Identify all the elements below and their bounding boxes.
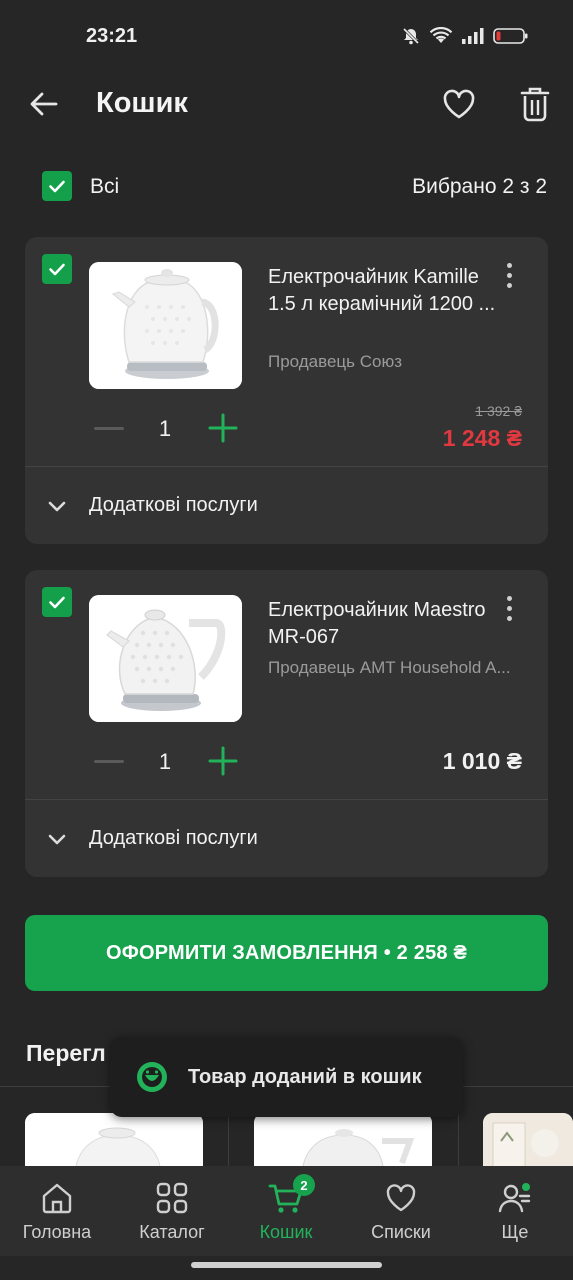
select-all-label: Всі: [90, 175, 120, 198]
quantity-value: 1: [158, 749, 172, 774]
kettle-image: [89, 595, 242, 722]
plus-icon: [208, 413, 238, 443]
back-button[interactable]: [26, 86, 62, 122]
plus-icon: [208, 746, 238, 776]
minus-icon: [94, 759, 124, 763]
additional-services-toggle[interactable]: Додаткові послуги: [25, 801, 548, 877]
page-title: Кошик: [96, 87, 188, 119]
viewed-product-card[interactable]: [25, 1113, 203, 1173]
dot: [506, 262, 512, 268]
toast-message: Товар доданий в кошик: [188, 1066, 422, 1088]
checkmark-icon: [49, 180, 65, 193]
nav-home[interactable]: Головна: [0, 1166, 114, 1256]
dot: [506, 595, 512, 601]
nav-cart-label: Кошик: [259, 1222, 313, 1242]
app-header: Кошик: [0, 72, 573, 138]
dot: [506, 272, 512, 278]
divider: [25, 466, 548, 467]
smile-icon: [137, 1062, 167, 1092]
kettle-image: [89, 262, 242, 389]
item-checkbox[interactable]: [42, 254, 72, 284]
nav-more[interactable]: Ще: [458, 1166, 572, 1256]
product-name[interactable]: Електрочайник Kamille 1.5 л керамічний 1…: [268, 264, 498, 318]
selected-count: Вибрано 2 з 2: [412, 175, 547, 198]
product-name[interactable]: Електрочайник Maestro MR-067: [268, 597, 498, 651]
increase-quantity-button[interactable]: [207, 745, 239, 777]
additional-services-label: Додаткові послуги: [89, 494, 258, 516]
item-checkbox[interactable]: [42, 587, 72, 617]
additional-services-toggle[interactable]: Додаткові послуги: [25, 468, 548, 544]
decrease-quantity-button[interactable]: [93, 412, 125, 444]
divider: [25, 799, 548, 800]
status-icons: [401, 26, 529, 46]
product-image: [483, 1113, 573, 1173]
bottom-navigation: Головна Каталог 2 Кошик Списки Ще: [0, 1166, 573, 1256]
quantity-value: 1: [158, 416, 172, 441]
increase-quantity-button[interactable]: [207, 412, 239, 444]
viewed-product-card[interactable]: [483, 1113, 573, 1173]
additional-services-label: Додаткові послуги: [89, 827, 258, 849]
cart-item: Електрочайник Kamille 1.5 л керамічний 1…: [25, 237, 548, 544]
nav-more-label: Ще: [501, 1222, 529, 1242]
old-price: 1 392 ₴: [475, 403, 522, 419]
favorites-button[interactable]: [440, 85, 478, 123]
decrease-quantity-button[interactable]: [93, 745, 125, 777]
dot: [506, 282, 512, 288]
more-options-button[interactable]: [497, 257, 521, 293]
arrow-left-icon: [30, 92, 58, 116]
chevron-down-icon: [48, 501, 66, 512]
nav-cart[interactable]: 2 Кошик: [229, 1166, 343, 1256]
home-indicator[interactable]: [191, 1262, 382, 1268]
more-options-button[interactable]: [497, 590, 521, 626]
nav-lists[interactable]: Списки: [344, 1166, 458, 1256]
heart-icon: [386, 1184, 416, 1212]
price: 1 248 ₴: [442, 425, 522, 451]
home-icon: [42, 1183, 72, 1214]
checkmark-icon: [49, 596, 65, 609]
battery-icon: [493, 28, 528, 44]
profile-icon: [498, 1183, 531, 1213]
status-time: 23:21: [86, 25, 138, 47]
kettle-image: [25, 1113, 203, 1173]
minus-icon: [94, 426, 124, 430]
cart-badge: 2: [293, 1174, 315, 1196]
price: 1 010 ₴: [442, 748, 522, 774]
wifi-icon: [429, 27, 453, 43]
nav-home-label: Головна: [22, 1222, 92, 1242]
nav-lists-label: Списки: [371, 1222, 431, 1242]
checkmark-icon: [49, 263, 65, 276]
viewed-product-card[interactable]: [254, 1113, 432, 1173]
select-all-checkbox[interactable]: [42, 171, 72, 201]
product-image[interactable]: [89, 595, 242, 722]
toast-notification: Товар доданий в кошик: [110, 1037, 463, 1117]
dot: [506, 605, 512, 611]
checkout-button[interactable]: ОФОРМИТИ ЗАМОВЛЕННЯ • 2 258 ₴: [25, 915, 548, 991]
cart-item: Електрочайник Maestro MR-067 Продавець A…: [25, 570, 548, 877]
gesture-bar: [0, 1256, 573, 1280]
nav-catalog-label: Каталог: [139, 1222, 205, 1242]
delete-button[interactable]: [518, 84, 552, 124]
trash-icon: [520, 87, 550, 122]
product-image[interactable]: [89, 262, 242, 389]
status-bar: 23:21: [0, 0, 573, 72]
signal-icon: [462, 28, 484, 44]
seller-name[interactable]: Продавець AMT Household A...: [268, 658, 546, 678]
kettle-image: [254, 1113, 432, 1173]
mute-icon: [402, 27, 420, 45]
heart-icon: [443, 89, 475, 119]
catalog-icon: [156, 1182, 188, 1214]
dot: [506, 615, 512, 621]
nav-catalog[interactable]: Каталог: [115, 1166, 229, 1256]
select-all-row: Всі Вибрано 2 з 2: [0, 166, 573, 206]
seller-name[interactable]: Продавець Союз: [268, 352, 546, 372]
chevron-down-icon: [48, 834, 66, 845]
